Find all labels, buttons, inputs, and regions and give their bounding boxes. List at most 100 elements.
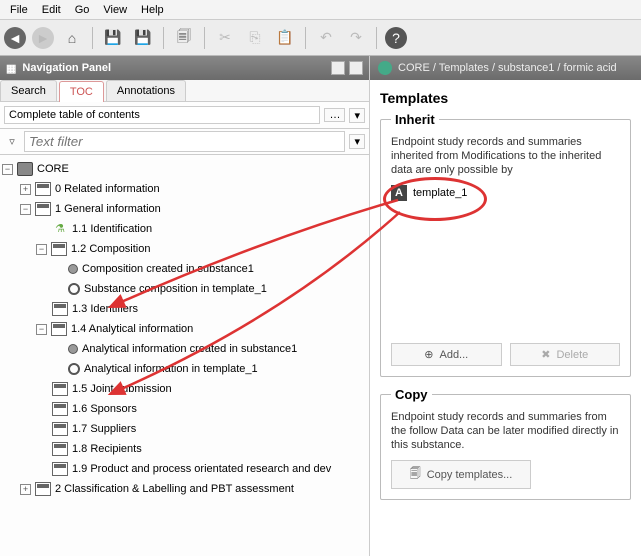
tree-identification[interactable]: 1.1 Identification: [72, 220, 152, 238]
flask-icon: ⚗: [52, 222, 68, 236]
help-button[interactable]: ?: [385, 27, 407, 49]
menu-view[interactable]: View: [97, 2, 133, 18]
copy-fieldset: Copy Endpoint study records and summarie…: [380, 387, 631, 500]
copy-doc-button[interactable]: 🗐: [172, 26, 196, 50]
tab-search[interactable]: Search: [0, 80, 57, 101]
inherit-legend: Inherit: [391, 112, 439, 127]
tree-general-info[interactable]: 1 General information: [55, 200, 161, 218]
section-icon: [52, 442, 68, 456]
core-icon: [17, 162, 33, 176]
section-icon: [35, 182, 51, 196]
nav-tabs: Search TOC Annotations: [0, 80, 369, 102]
toc-dropdown-label[interactable]: Complete table of contents: [4, 106, 320, 124]
tree-suppliers[interactable]: 1.7 Suppliers: [72, 420, 136, 438]
inherit-fieldset: Inherit Endpoint study records and summa…: [380, 112, 631, 377]
copy-templates-icon: 🗐: [410, 465, 421, 484]
tab-toc[interactable]: TOC: [59, 81, 104, 102]
tree-product-process[interactable]: 1.9 Product and process orientated resea…: [72, 460, 331, 478]
tree-comp-sub1[interactable]: Composition created in substance1: [82, 260, 254, 278]
expander[interactable]: −: [2, 164, 13, 175]
section-icon: [52, 302, 68, 316]
tab-annotations[interactable]: Annotations: [106, 80, 186, 101]
template-record-icon: [68, 363, 80, 375]
text-filter-input[interactable]: [24, 131, 345, 152]
add-template-button[interactable]: ⊕ Add...: [391, 343, 502, 366]
tree-recipients[interactable]: 1.8 Recipients: [72, 440, 142, 458]
tree-related-info[interactable]: 0 Related information: [55, 180, 160, 198]
tree-composition[interactable]: 1.2 Composition: [71, 240, 151, 258]
expander[interactable]: +: [20, 184, 31, 195]
nav-panel-icon: ▦: [6, 62, 16, 75]
menu-file[interactable]: File: [4, 2, 34, 18]
nav-panel-title: Navigation Panel: [22, 62, 111, 74]
nav-panel-header: ▦ Navigation Panel: [0, 56, 369, 80]
section-icon: [52, 382, 68, 396]
tree-analytical[interactable]: 1.4 Analytical information: [71, 320, 193, 338]
section-icon: [52, 402, 68, 416]
menubar: File Edit Go View Help: [0, 0, 641, 20]
section-icon: [51, 322, 67, 336]
menu-edit[interactable]: Edit: [36, 2, 67, 18]
templates-heading: Templates: [380, 90, 631, 106]
plus-icon: ⊕: [424, 348, 433, 361]
expander[interactable]: −: [36, 244, 47, 255]
copy-text: Endpoint study records and summaries fro…: [391, 410, 620, 452]
template-item-icon: A: [391, 185, 407, 201]
delete-template-button: ✖ Delete: [510, 343, 621, 366]
copy-legend: Copy: [391, 387, 432, 402]
cut-button: ✂: [213, 26, 237, 50]
tree-core[interactable]: CORE: [37, 160, 69, 178]
template-item-label[interactable]: template_1: [413, 187, 467, 199]
delete-label: Delete: [556, 349, 588, 361]
minimize-panel-icon[interactable]: [331, 61, 345, 75]
right-panel: CORE / Templates / substance1 / formic a…: [370, 56, 641, 556]
section-icon: [35, 482, 51, 496]
filter-row: ▿ ▾: [0, 129, 369, 155]
home-button[interactable]: ⌂: [60, 26, 84, 50]
toc-dropdown-more[interactable]: …: [324, 108, 345, 122]
copy-templates-label: Copy templates...: [427, 469, 513, 481]
toc-tree: − CORE + 0 Related information − 1 Gener…: [0, 155, 369, 556]
navigation-panel: ▦ Navigation Panel Search TOC Annotation…: [0, 56, 370, 556]
add-label: Add...: [439, 349, 468, 361]
tree-comp-tpl1[interactable]: Substance composition in template_1: [84, 280, 267, 298]
tree-sponsors[interactable]: 1.6 Sponsors: [72, 400, 137, 418]
menu-go[interactable]: Go: [69, 2, 96, 18]
toc-dropdown: Complete table of contents … ▾: [0, 102, 369, 129]
save-all-button: 💾: [131, 26, 155, 50]
undo-button: ↶: [314, 26, 338, 50]
paste-button[interactable]: 📋: [273, 26, 297, 50]
menu-help[interactable]: Help: [135, 2, 170, 18]
breadcrumb-text: CORE / Templates / substance1 / formic a…: [398, 62, 617, 74]
back-button[interactable]: ◄: [4, 27, 26, 49]
delete-icon: ✖: [541, 348, 550, 361]
redo-button: ↷: [344, 26, 368, 50]
maximize-panel-icon[interactable]: [349, 61, 363, 75]
forward-button: ►: [32, 27, 54, 49]
record-icon: [68, 344, 78, 354]
expander[interactable]: −: [36, 324, 47, 335]
section-icon: [35, 202, 51, 216]
copy-button: ⎘: [243, 26, 267, 50]
substance-icon: [378, 61, 392, 75]
funnel-icon: ▿: [4, 135, 20, 148]
tree-ana-tpl1[interactable]: Analytical information in template_1: [84, 360, 258, 378]
tree-joint[interactable]: 1.5 Joint submission: [72, 380, 172, 398]
filter-drop-arrow[interactable]: ▾: [349, 134, 365, 149]
expander[interactable]: +: [20, 484, 31, 495]
template-record-icon: [68, 283, 80, 295]
save-button: 💾: [101, 26, 125, 50]
record-icon: [68, 264, 78, 274]
tree-classification[interactable]: 2 Classification & Labelling and PBT ass…: [55, 480, 294, 498]
tree-ana-sub1[interactable]: Analytical information created in substa…: [82, 340, 297, 358]
copy-templates-button[interactable]: 🗐 Copy templates...: [391, 460, 531, 489]
section-icon: [52, 462, 68, 476]
inherit-text: Endpoint study records and summaries inh…: [391, 135, 620, 177]
expander[interactable]: −: [20, 204, 31, 215]
breadcrumb: CORE / Templates / substance1 / formic a…: [370, 56, 641, 80]
toc-dropdown-arrow[interactable]: ▾: [349, 108, 365, 123]
tree-identifiers[interactable]: 1.3 Identifiers: [72, 300, 138, 318]
section-icon: [51, 242, 67, 256]
section-icon: [52, 422, 68, 436]
toolbar: ◄ ► ⌂ 💾 💾 🗐 ✂ ⎘ 📋 ↶ ↷ ?: [0, 20, 641, 56]
